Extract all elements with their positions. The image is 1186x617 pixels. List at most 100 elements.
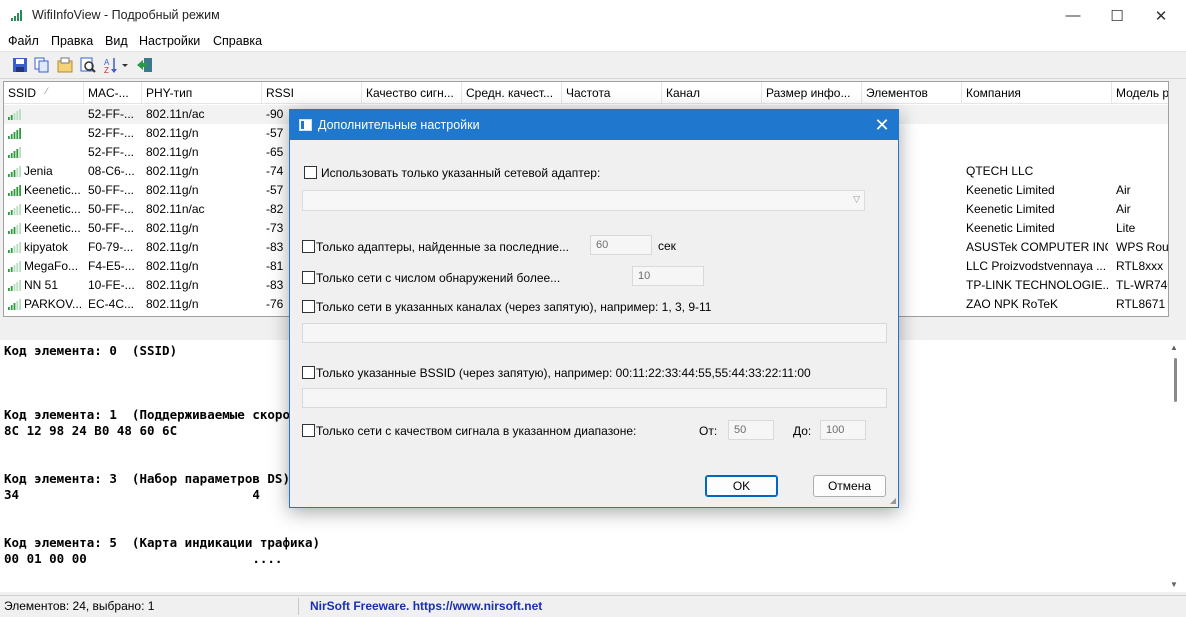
- quality-to-input[interactable]: 100: [820, 420, 866, 440]
- cell-phy: 802.11g/n: [146, 145, 199, 159]
- find-icon[interactable]: [79, 56, 97, 74]
- cell-company: LLC Proizvodstvennaya ...: [966, 259, 1107, 273]
- menu-edit[interactable]: Правка: [51, 34, 93, 48]
- channels-input[interactable]: [302, 323, 887, 343]
- cell-model: TL-WR740: [1116, 278, 1169, 292]
- app-wifi-icon: [11, 10, 22, 21]
- detail-scroll-thumb[interactable]: [1174, 358, 1177, 402]
- properties-icon[interactable]: [56, 56, 74, 74]
- column-elements[interactable]: Элементов: [862, 82, 962, 104]
- quality-to-label: До:: [793, 424, 812, 438]
- signal-strength-icon: [8, 185, 21, 196]
- nirsoft-link[interactable]: NirSoft Freeware. https://www.nirsoft.ne…: [310, 599, 542, 613]
- bssid-input[interactable]: [302, 388, 887, 408]
- menu-settings[interactable]: Настройки: [139, 34, 200, 48]
- quality-label: Только сети с качеством сигнала в указан…: [316, 424, 637, 438]
- cell-mac: 50-FF-...: [88, 221, 135, 235]
- column-channel[interactable]: Канал: [662, 82, 762, 104]
- window-title: WifiInfoView - Подробный режим: [32, 8, 220, 22]
- cell-mac: 52-FF-...: [88, 126, 135, 140]
- close-button[interactable]: ✕: [1138, 0, 1184, 31]
- min-detections-label: Только сети с числом обнаружений более..…: [316, 271, 561, 285]
- cell-model: Air: [1116, 202, 1131, 216]
- detail-line: 34 4: [4, 487, 260, 502]
- cell-company: ASUSTek COMPUTER INC.: [966, 240, 1108, 254]
- cancel-button[interactable]: Отмена: [813, 475, 886, 497]
- cell-mac: 50-FF-...: [88, 202, 135, 216]
- detail-line: Код элемента: 3 (Набор параметров DS): [4, 471, 290, 486]
- toolbar: A Z: [0, 52, 1186, 79]
- ok-button[interactable]: OK: [705, 475, 778, 497]
- list-scrollbar[interactable]: [1169, 81, 1186, 317]
- sort-icon[interactable]: A Z: [103, 56, 129, 74]
- cell-phy: 802.11g/n: [146, 297, 199, 311]
- cell-mac: 50-FF-...: [88, 183, 135, 197]
- column-ssid[interactable]: SSID ⁄: [4, 82, 84, 104]
- cell-phy: 802.11g/n: [146, 240, 199, 254]
- cell-phy: 802.11n/ac: [146, 202, 205, 216]
- cell-ssid: Keenetic...: [24, 183, 81, 197]
- cell-ssid: NN 51: [24, 278, 59, 292]
- menu-help[interactable]: Справка: [213, 34, 262, 48]
- signal-strength-icon: [8, 261, 21, 272]
- column-model[interactable]: Модель р: [1112, 82, 1168, 104]
- signal-strength-icon: [8, 128, 21, 139]
- dialog-close-button[interactable]: ✕: [870, 114, 894, 136]
- cell-mac: 52-FF-...: [88, 107, 135, 121]
- column-rssi[interactable]: RSSI: [262, 82, 362, 104]
- minimize-button[interactable]: —: [1050, 0, 1096, 31]
- scroll-up-icon[interactable]: ▲: [1170, 343, 1178, 352]
- cell-company: QTECH LLC: [966, 164, 1034, 178]
- cell-ssid: MegaFo...: [24, 259, 79, 273]
- min-detections-checkbox[interactable]: [302, 271, 315, 284]
- column-frequency[interactable]: Частота: [562, 82, 662, 104]
- column-company[interactable]: Компания: [962, 82, 1112, 104]
- cell-phy: 802.11n/ac: [146, 107, 205, 121]
- only-recent-checkbox[interactable]: [302, 240, 315, 253]
- bssid-checkbox[interactable]: [302, 366, 315, 379]
- cell-company: Keenetic Limited: [966, 202, 1055, 216]
- cell-ssid: Jenia: [24, 164, 53, 178]
- cell-model: RTL8671: [1116, 297, 1166, 311]
- dialog-title-bar: Дополнительные настройки ✕: [290, 110, 898, 140]
- cell-model: Lite: [1116, 221, 1136, 235]
- menu-view[interactable]: Вид: [105, 34, 128, 48]
- save-icon[interactable]: [11, 56, 29, 74]
- adapter-select[interactable]: ▽: [302, 190, 865, 211]
- cell-phy: 802.11g/n: [146, 278, 199, 292]
- column-phy[interactable]: PHY-тип: [142, 82, 262, 104]
- status-count: Элементов: 24, выбрано: 1: [4, 599, 155, 613]
- detail-line: 00 01 00 00 ....: [4, 551, 283, 566]
- column-mac[interactable]: MAC-...: [84, 82, 142, 104]
- cell-model: RTL8xxx: [1116, 259, 1164, 273]
- menu-file[interactable]: Файл: [8, 34, 39, 48]
- maximize-button[interactable]: ☐: [1094, 0, 1140, 31]
- signal-strength-icon: [8, 223, 21, 234]
- column-info-size[interactable]: Размер инфо...: [762, 82, 862, 104]
- cell-ssid: kipyatok: [24, 240, 69, 254]
- copy-icon[interactable]: [33, 56, 51, 74]
- cell-mac: 52-FF-...: [88, 145, 135, 159]
- detail-scrollbar[interactable]: [1168, 340, 1186, 592]
- quality-from-label: От:: [699, 424, 718, 438]
- channels-checkbox[interactable]: [302, 300, 315, 313]
- cell-model: Air: [1116, 183, 1131, 197]
- advanced-options-dialog: Дополнительные настройки ✕ Использовать …: [289, 109, 899, 508]
- cell-phy: 802.11g/n: [146, 259, 199, 273]
- column-signal-quality[interactable]: Качество сигн...: [362, 82, 462, 104]
- resize-grip-icon[interactable]: ◢: [890, 496, 896, 505]
- signal-strength-icon: [8, 299, 21, 310]
- cell-company: Keenetic Limited: [966, 221, 1055, 235]
- min-detections-input[interactable]: 10: [632, 266, 704, 286]
- quality-checkbox[interactable]: [302, 424, 315, 437]
- only-recent-input[interactable]: 60: [590, 235, 652, 255]
- column-avg-quality[interactable]: Средн. качест...: [462, 82, 562, 104]
- cell-phy: 802.11g/n: [146, 221, 199, 235]
- cell-company: TP-LINK TECHNOLOGIE...: [966, 278, 1108, 292]
- quality-from-input[interactable]: 50: [728, 420, 774, 440]
- cell-company: ZAO NPK RoTeK: [966, 297, 1059, 311]
- scroll-down-icon[interactable]: ▼: [1170, 580, 1178, 589]
- use-adapter-checkbox[interactable]: [304, 166, 317, 179]
- status-bar: Элементов: 24, выбрано: 1 NirSoft Freewa…: [0, 595, 1186, 617]
- exit-icon[interactable]: [136, 56, 154, 74]
